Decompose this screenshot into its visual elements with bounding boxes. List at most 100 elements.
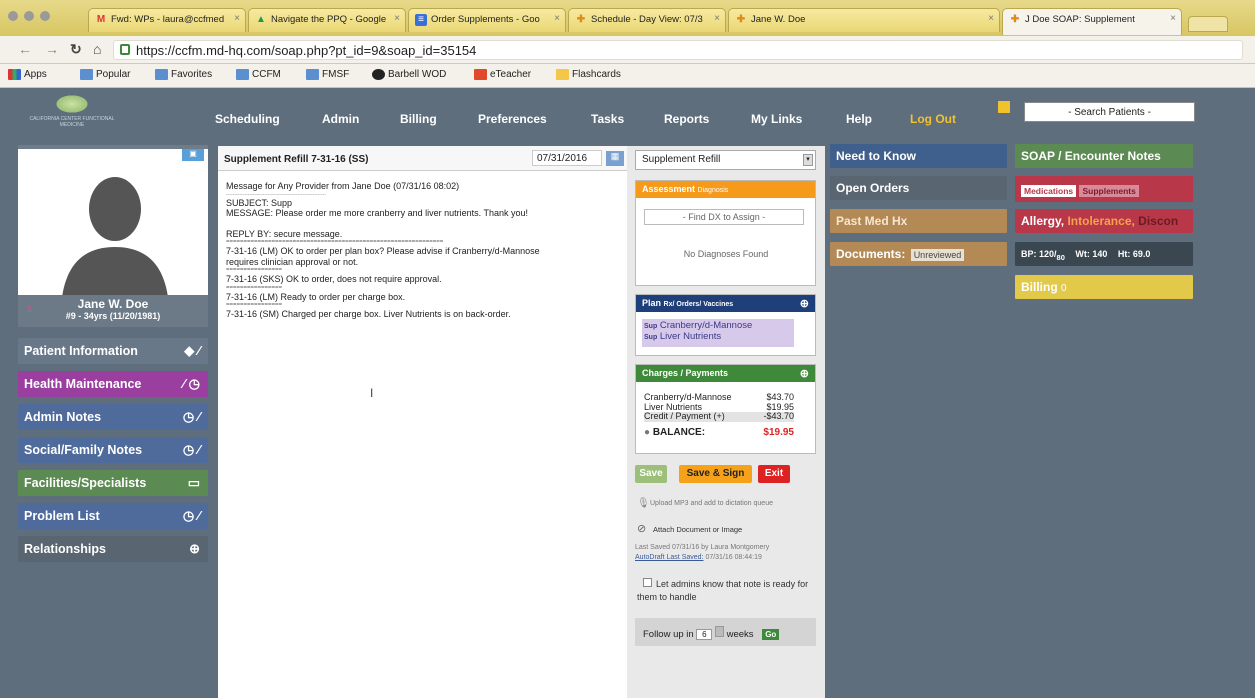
note-date-field[interactable]: 07/31/2016 (532, 150, 602, 166)
relationships-button[interactable]: Relationships ⊕ (18, 536, 208, 562)
documents-button[interactable]: Documents: Unreviewed (830, 242, 1007, 266)
follow-up-number[interactable]: 6 (696, 629, 713, 640)
bookmark-apps[interactable]: Apps (8, 69, 47, 80)
plan-item[interactable]: Sup Liver Nutrients (644, 331, 794, 342)
go-button[interactable]: Go (762, 629, 780, 640)
history-edit-icon[interactable]: ◷ ⁄ (183, 409, 200, 425)
bookmark-label: Apps (24, 69, 47, 80)
billing-button[interactable]: Billing 0 (1015, 275, 1193, 299)
save-button[interactable]: Save (635, 465, 667, 483)
notify-admins-checkbox[interactable] (643, 578, 652, 587)
social-family-notes-button[interactable]: Social/Family Notes ◷ ⁄ (18, 437, 208, 463)
window-close-button[interactable] (8, 11, 18, 21)
note-type-select[interactable]: Supplement Refill ▾ (635, 150, 816, 170)
documents-filter-select[interactable]: Unreviewed (910, 249, 965, 261)
nav-help[interactable]: Help (846, 112, 872, 126)
medications-tab[interactable]: Medications (1021, 185, 1077, 197)
bookmark-link[interactable]: eTeacher (474, 69, 531, 80)
bookmark-label: eTeacher (490, 69, 532, 80)
close-icon[interactable]: × (394, 13, 400, 24)
allergy-box[interactable]: Allergy, Intolerance, Discon (1015, 209, 1193, 233)
browser-tab[interactable]: M Fwd: WPs - laura@ccfmed × (88, 8, 246, 32)
forward-arrow-icon[interactable]: → (45, 41, 59, 57)
folder-icon (236, 69, 249, 80)
nav-preferences[interactable]: Preferences (478, 112, 547, 126)
open-orders-button[interactable]: Open Orders (830, 176, 1007, 200)
documents-label: Documents: (836, 247, 906, 261)
close-icon[interactable]: × (234, 13, 240, 24)
bookmark-folder[interactable]: CCFM (236, 69, 281, 80)
microphone-icon[interactable]: 🎙 (637, 498, 650, 509)
message-body[interactable]: Message for Any Provider from Jane Doe (… (218, 171, 627, 320)
window-minimize-button[interactable] (24, 11, 34, 21)
assessment-title: Assessment (642, 184, 696, 194)
autodraft-link[interactable]: AutoDraft Last Saved: (635, 554, 703, 561)
nav-scheduling[interactable]: Scheduling (215, 112, 280, 126)
bookmark-link[interactable]: Barbell WOD (372, 69, 446, 80)
find-dx-input[interactable]: - Find DX to Assign - (644, 209, 804, 225)
bookmark-folder[interactable]: FMSF (306, 69, 349, 80)
add-circle-icon[interactable]: ⊕ (189, 541, 200, 557)
health-maintenance-button[interactable]: Health Maintenance ⁄ ◷ (18, 371, 208, 397)
bookmark-folder[interactable]: Favorites (155, 69, 212, 80)
back-arrow-icon[interactable]: ← (18, 41, 32, 57)
soap-encounter-notes-button[interactable]: SOAP / Encounter Notes (1015, 144, 1193, 168)
close-icon[interactable]: × (988, 13, 994, 24)
nav-admin[interactable]: Admin (322, 112, 359, 126)
camera-icon[interactable]: ▣ (182, 149, 204, 161)
save-sign-button[interactable]: Save & Sign (679, 465, 752, 483)
tag-edit-icon[interactable]: ◆ ⁄ (184, 343, 200, 359)
new-tab-button[interactable] (1188, 16, 1228, 32)
attach-document-link[interactable]: Attach Document or Image (653, 525, 742, 534)
add-circle-icon[interactable]: ⊕ (800, 367, 809, 380)
add-circle-icon[interactable]: ⊕ (800, 297, 809, 310)
upload-mp3-link[interactable]: Upload MP3 and add to dictation queue (650, 500, 773, 507)
browser-tab[interactable]: ✚ Schedule - Day View: 07/3 × (568, 8, 726, 32)
note-line: 7-31-16 (LM) Ready to order per charge b… (226, 291, 406, 302)
exit-button[interactable]: Exit (758, 465, 790, 483)
paperclip-icon[interactable]: ⊘ (637, 522, 646, 535)
stepper-icon[interactable] (714, 626, 724, 637)
patient-information-button[interactable]: Patient Information ◆ ⁄ (18, 338, 208, 364)
tab-label: Jane W. Doe (751, 14, 806, 25)
search-patients-input[interactable]: - Search Patients - (1024, 102, 1195, 122)
vitals-box[interactable]: BP: 120/80 Wt: 140 Ht: 69.0 (1015, 242, 1193, 266)
edit-history-icon[interactable]: ⁄ ◷ (183, 376, 200, 392)
bookmark-label: Popular (96, 69, 131, 80)
home-icon[interactable]: ⌂ (93, 41, 101, 57)
folder-icon[interactable]: ▭ (188, 475, 200, 491)
window-zoom-button[interactable] (40, 11, 50, 21)
section-label: Patient Information (24, 344, 138, 358)
close-icon[interactable]: × (714, 13, 720, 24)
need-to-know-button[interactable]: Need to Know (830, 144, 1007, 168)
browser-tab[interactable]: ≡ Order Supplements - Goo × (408, 8, 566, 32)
nav-billing[interactable]: Billing (400, 112, 437, 126)
past-med-hx-button[interactable]: Past Med Hx (830, 209, 1007, 233)
history-edit-icon[interactable]: ◷ ⁄ (183, 442, 200, 458)
facilities-specialists-button[interactable]: Facilities/Specialists ▭ (18, 470, 208, 496)
close-icon[interactable]: × (1170, 13, 1176, 24)
close-icon[interactable]: × (554, 13, 560, 24)
bookmark-label: Flashcards (572, 69, 621, 80)
nav-my-links[interactable]: My Links (751, 112, 802, 126)
logout-link[interactable]: Log Out (910, 112, 956, 126)
plan-item[interactable]: Sup Cranberry/d-Mannose (644, 320, 794, 331)
url-field[interactable]: https://ccfm.md-hq.com/soap.php?pt_id=9&… (113, 40, 1243, 60)
calendar-icon[interactable]: ▦ (606, 151, 624, 166)
nav-tasks[interactable]: Tasks (591, 112, 624, 126)
history-edit-icon[interactable]: ◷ ⁄ (183, 508, 200, 524)
sticky-note-icon[interactable] (998, 101, 1010, 113)
problem-list-button[interactable]: Problem List ◷ ⁄ (18, 503, 208, 529)
admin-notes-button[interactable]: Admin Notes ◷ ⁄ (18, 404, 208, 430)
browser-tab-active[interactable]: ✚ J Doe SOAP: Supplement × (1002, 8, 1182, 35)
browser-tab[interactable]: ▲ Navigate the PPQ - Google × (248, 8, 406, 32)
nav-reports[interactable]: Reports (664, 112, 709, 126)
balance-label: BALANCE: (652, 426, 706, 438)
browser-tab[interactable]: ✚ Jane W. Doe × (728, 8, 1000, 32)
bookmark-link[interactable]: Flashcards (556, 69, 621, 80)
reload-icon[interactable]: ↻ (70, 41, 82, 58)
weight-value: Wt: 140 (1075, 249, 1108, 259)
patient-name: Jane W. Doe (77, 297, 149, 311)
supplements-tab[interactable]: Supplements (1079, 185, 1139, 197)
bookmark-folder[interactable]: Popular (80, 69, 130, 80)
